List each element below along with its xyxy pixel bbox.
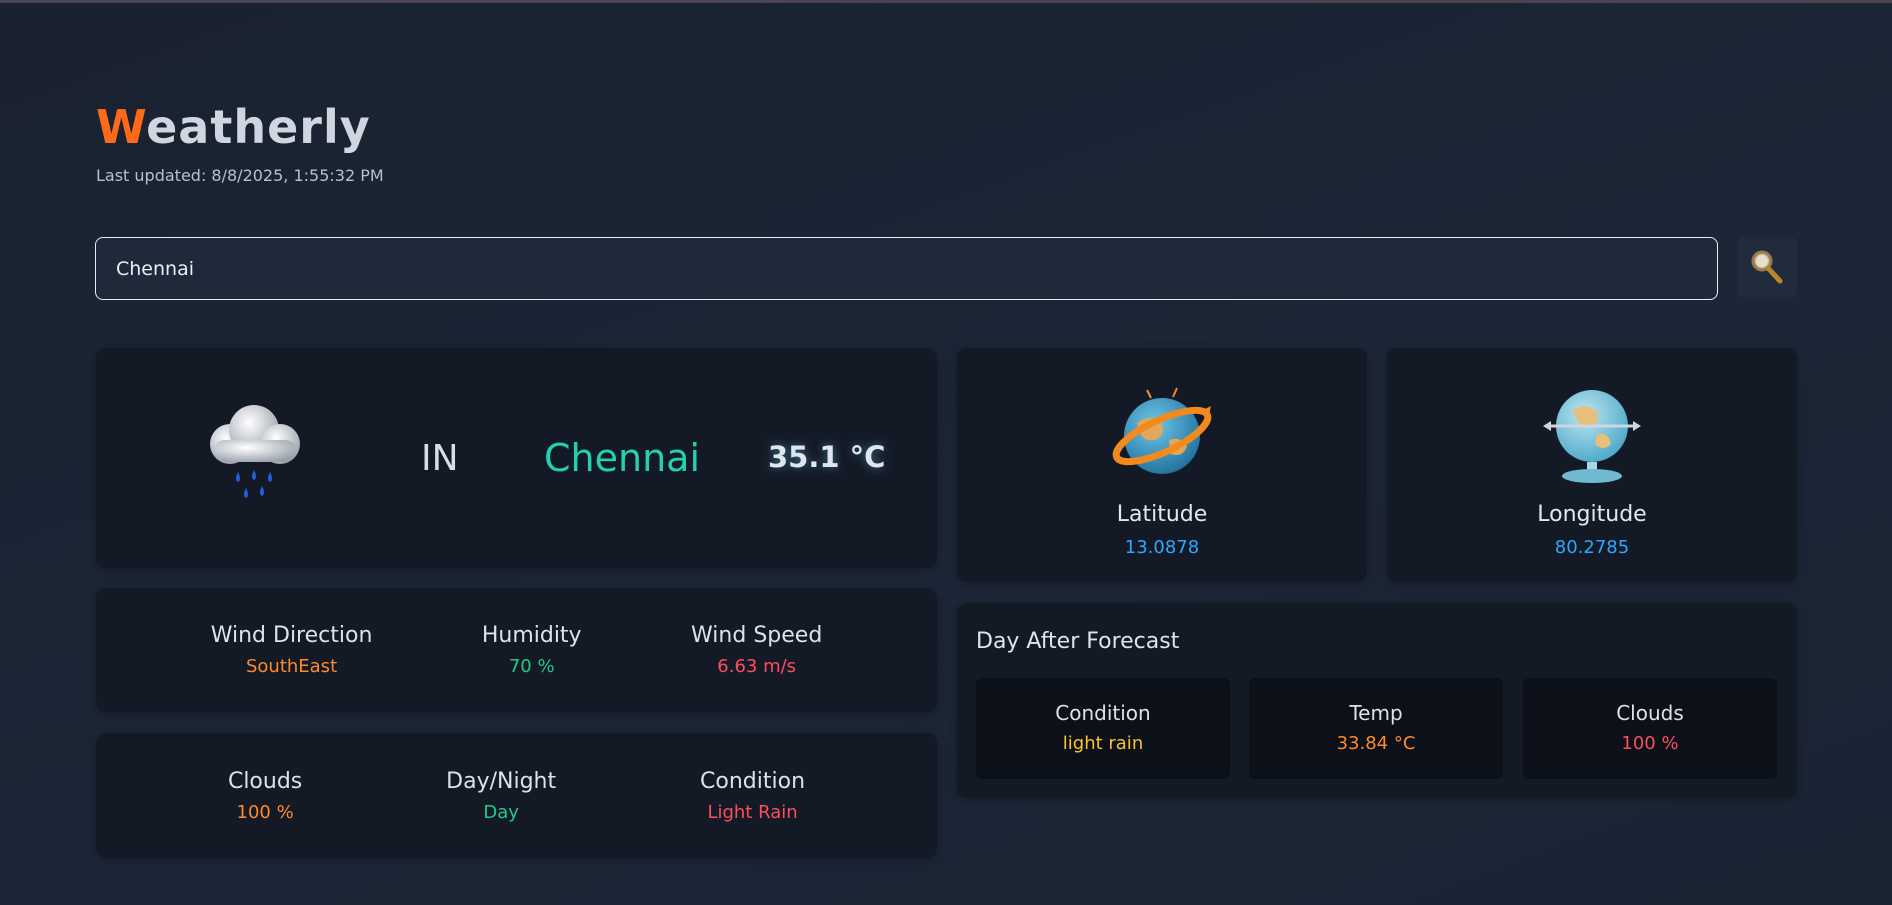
stat-value: 6.63 m/s	[717, 656, 797, 677]
forecast-title: Day After Forecast	[976, 629, 1180, 654]
forecast-temp-box: Temp 33.84 °C	[1249, 678, 1503, 779]
stat-day-night: Day/Night Day	[446, 769, 556, 823]
app-title: Weatherly	[96, 100, 371, 154]
longitude-label: Longitude	[1537, 502, 1647, 527]
stat-label: Humidity	[481, 623, 582, 648]
stat-value: Light Rain	[707, 801, 798, 823]
city-name: Chennai	[544, 436, 701, 480]
last-updated-text: Last updated: 8/8/2025, 1:55:32 PM	[96, 166, 384, 185]
stat-label: Wind Direction	[210, 623, 373, 648]
stat-label: Day/Night	[446, 768, 557, 794]
stat-value: SouthEast	[245, 656, 338, 677]
magnifying-glass-icon	[1751, 250, 1783, 284]
stat-wind-speed: Wind Speed 6.63 m/s	[691, 623, 822, 677]
stat-label: Wind Speed	[691, 623, 823, 648]
forecast-clouds-box: Clouds 100 %	[1523, 678, 1777, 779]
globe-stand-icon	[1543, 390, 1641, 483]
country-code: IN	[421, 438, 459, 479]
stat-humidity: Humidity 70 %	[482, 623, 582, 677]
details-row-clouds-condition: Clouds 100 % Day/Night Day Condition Lig…	[96, 733, 937, 858]
day-after-forecast-card: Day After Forecast Condition light rain …	[957, 603, 1797, 798]
forecast-label: Clouds	[1616, 701, 1684, 725]
stat-value: 100 %	[236, 801, 294, 823]
search-button[interactable]	[1737, 237, 1797, 297]
globe-orbit-icon	[1112, 387, 1212, 474]
stat-label: Clouds	[227, 768, 303, 794]
city-search-input[interactable]	[95, 237, 1718, 300]
stat-value: 70 %	[508, 656, 555, 677]
stat-clouds: Clouds 100 %	[228, 769, 302, 823]
current-temperature: 35.1 °C	[768, 440, 886, 474]
rain-cloud-icon	[210, 405, 300, 498]
forecast-label: Condition	[1055, 701, 1151, 725]
details-row-wind-humidity: Wind Direction SouthEast Humidity 70 % W…	[96, 588, 937, 712]
forecast-value: 33.84 °C	[1336, 733, 1416, 754]
latitude-value: 13.0878	[1124, 537, 1200, 558]
longitude-card: Longitude 80.2785	[1387, 348, 1797, 582]
current-weather-card: IN Chennai 35.1 °C	[96, 348, 937, 568]
latitude-label: Latitude	[1116, 502, 1208, 527]
forecast-value: light rain	[1062, 733, 1144, 754]
window-top-border	[0, 0, 1892, 3]
stat-label: Condition	[700, 768, 806, 794]
stat-condition: Condition Light Rain	[700, 769, 805, 823]
app-title-rest: eatherly	[146, 100, 371, 154]
forecast-value: 100 %	[1621, 733, 1679, 754]
forecast-condition-box: Condition light rain	[976, 678, 1230, 779]
latitude-card: Latitude 13.0878	[957, 348, 1367, 582]
stat-value: Day	[483, 801, 519, 823]
longitude-value: 80.2785	[1554, 537, 1630, 558]
stat-wind-direction: Wind Direction SouthEast	[211, 623, 373, 677]
app-title-initial: W	[96, 100, 147, 154]
forecast-label: Temp	[1349, 701, 1403, 725]
